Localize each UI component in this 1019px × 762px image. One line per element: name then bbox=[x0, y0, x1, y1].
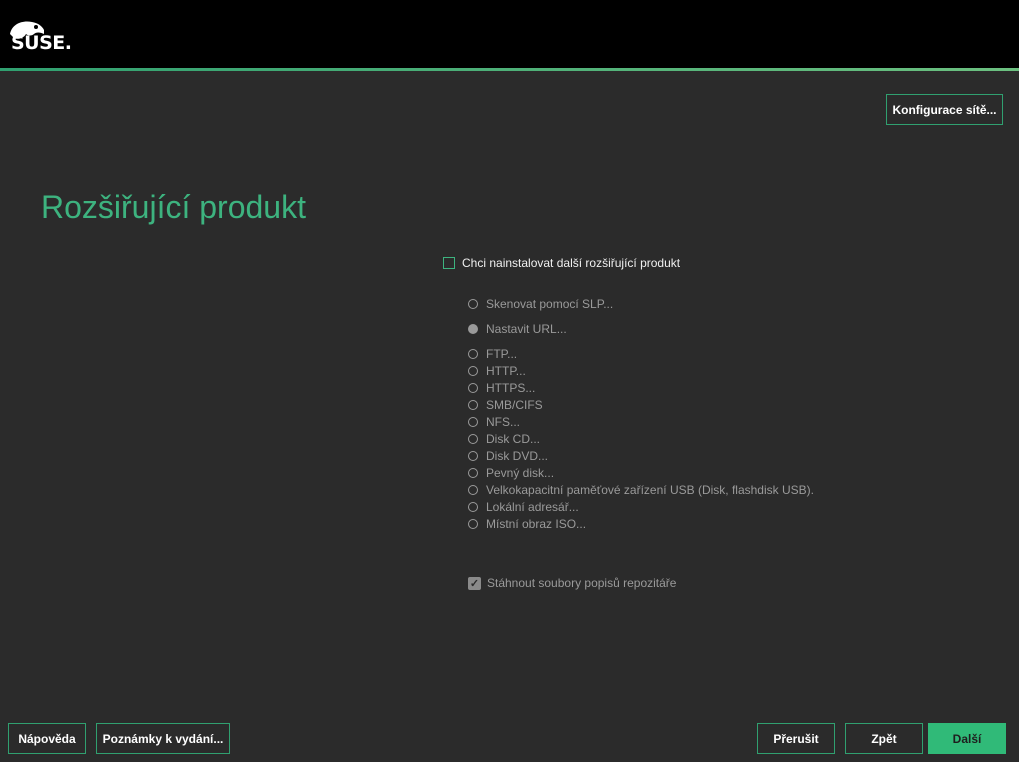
source-option[interactable]: Nastavit URL... bbox=[468, 322, 567, 336]
release-notes-button[interactable]: Poznámky k vydání... bbox=[96, 723, 230, 754]
source-radio[interactable] bbox=[468, 324, 478, 334]
source-radio[interactable] bbox=[468, 502, 478, 512]
source-radio[interactable] bbox=[468, 468, 478, 478]
page-title: Rozšiřující produkt bbox=[41, 189, 306, 225]
source-option[interactable]: HTTPS... bbox=[468, 381, 535, 395]
source-label: HTTP... bbox=[486, 364, 526, 378]
source-option[interactable]: FTP... bbox=[468, 347, 517, 361]
header-accent-line bbox=[0, 68, 1019, 71]
download-descriptions-label: Stáhnout soubory popisů repozitáře bbox=[487, 576, 677, 590]
addon-checkbox-label: Chci nainstalovat další rozšiřující prod… bbox=[462, 256, 681, 270]
source-radio[interactable] bbox=[468, 400, 478, 410]
source-radio[interactable] bbox=[468, 485, 478, 495]
back-button[interactable]: Zpět bbox=[845, 723, 923, 754]
source-label: Lokální adresář... bbox=[486, 500, 579, 514]
addon-checkbox-row[interactable]: Chci nainstalovat další rozšiřující prod… bbox=[443, 256, 680, 270]
source-option[interactable]: Skenovat pomocí SLP... bbox=[468, 297, 613, 311]
source-radio[interactable] bbox=[468, 349, 478, 359]
source-label: Nastavit URL... bbox=[486, 322, 567, 336]
source-option[interactable]: Pevný disk... bbox=[468, 466, 554, 480]
source-option[interactable]: Místní obraz ISO... bbox=[468, 517, 586, 531]
source-option[interactable]: Velkokapacitní paměťové zařízení USB (Di… bbox=[468, 483, 814, 497]
source-radio[interactable] bbox=[468, 383, 478, 393]
help-button[interactable]: Nápověda bbox=[8, 723, 86, 754]
download-descriptions-checkbox: ✓ bbox=[468, 576, 481, 590]
network-config-button[interactable]: Konfigurace sítě... bbox=[886, 94, 1003, 125]
source-label: SMB/CIFS bbox=[486, 398, 543, 412]
source-radio[interactable] bbox=[468, 417, 478, 427]
source-label: Velkokapacitní paměťové zařízení USB (Di… bbox=[486, 483, 814, 497]
source-radio[interactable] bbox=[468, 366, 478, 376]
source-option[interactable]: Disk CD... bbox=[468, 432, 540, 446]
source-option[interactable]: SMB/CIFS bbox=[468, 398, 543, 412]
source-option[interactable]: HTTP... bbox=[468, 364, 526, 378]
source-radio[interactable] bbox=[468, 299, 478, 309]
addon-checkbox[interactable] bbox=[443, 257, 455, 269]
next-button[interactable]: Další bbox=[928, 723, 1006, 754]
suse-logo-text: SUSE. bbox=[11, 32, 72, 54]
download-descriptions-row: ✓ Stáhnout soubory popisů repozitáře bbox=[468, 576, 676, 590]
source-option[interactable]: Lokální adresář... bbox=[468, 500, 579, 514]
source-option[interactable]: Disk DVD... bbox=[468, 449, 548, 463]
header-bar: SUSE. bbox=[0, 0, 1019, 68]
source-radio[interactable] bbox=[468, 434, 478, 444]
source-label: FTP... bbox=[486, 347, 518, 361]
source-label: Místní obraz ISO... bbox=[486, 517, 587, 531]
source-label: HTTPS... bbox=[486, 381, 536, 395]
source-label: Pevný disk... bbox=[486, 466, 555, 480]
source-label: Disk DVD... bbox=[486, 449, 549, 463]
source-radio[interactable] bbox=[468, 519, 478, 529]
source-option[interactable]: NFS... bbox=[468, 415, 520, 429]
source-label: Skenovat pomocí SLP... bbox=[486, 297, 614, 311]
source-radio[interactable] bbox=[468, 451, 478, 461]
abort-button[interactable]: Přerušit bbox=[757, 723, 835, 754]
source-label: NFS... bbox=[486, 415, 521, 429]
source-label: Disk CD... bbox=[486, 432, 540, 446]
